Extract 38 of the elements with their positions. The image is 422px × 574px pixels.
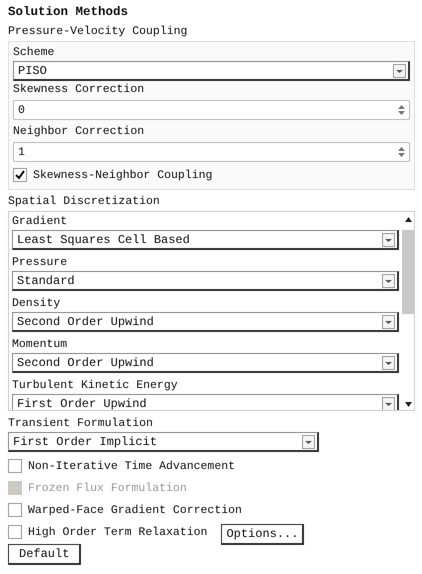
number-field[interactable]: 1 [13, 142, 410, 162]
dropdown[interactable]: First Order Upwind [12, 394, 399, 410]
spinner-arrows-icon[interactable] [397, 103, 406, 117]
scroll-up-icon[interactable] [404, 217, 412, 222]
field-label: Skewness Correction [13, 82, 146, 98]
number-field[interactable]: 0 [13, 100, 410, 120]
dropdown[interactable]: First Order Implicit [8, 432, 319, 452]
field-label: Transient Formulation [8, 416, 154, 432]
section-heading: Pressure-Velocity Coupling [8, 24, 188, 40]
panel-title: Solution Methods [8, 4, 130, 21]
dropdown[interactable]: Second Order Upwind [12, 312, 399, 332]
field-label: Scheme [13, 45, 56, 61]
dropdown[interactable]: PISO [13, 61, 410, 81]
dropdown[interactable]: Standard [12, 271, 399, 291]
field-label: Density [12, 296, 62, 312]
checkbox[interactable] [8, 525, 22, 539]
field-label: Gradient [12, 214, 68, 230]
scroll-down-icon[interactable] [404, 402, 412, 407]
checkbox-label: Skewness-Neighbor Coupling [33, 168, 212, 182]
checkbox-label: High Order Term Relaxation [28, 526, 208, 538]
dropdown[interactable]: Least Squares Cell Based [12, 230, 399, 250]
checkbox-label: Warped-Face Gradient Correction [28, 504, 242, 516]
field-label: Turbulent Kinetic Energy [12, 378, 179, 394]
scrollbar-thumb[interactable] [402, 230, 414, 314]
field-label: Pressure [12, 255, 68, 271]
checkbox-label: Non-Iterative Time Advancement [28, 460, 236, 472]
checkbox[interactable] [8, 503, 22, 517]
field-label: Neighbor Correction [13, 124, 146, 140]
section-heading: Spatial Discretization [8, 194, 161, 210]
dropdown-arrow-icon[interactable] [382, 396, 395, 410]
field-label: Momentum [12, 337, 68, 353]
dropdown[interactable]: Second Order Upwind [12, 353, 399, 373]
spinner-arrows-icon[interactable] [397, 145, 406, 159]
checkbox-label: Frozen Flux Formulation [28, 482, 187, 494]
checkbox[interactable] [8, 459, 22, 473]
options-button[interactable]: Options... [221, 524, 304, 544]
checkbox[interactable] [13, 168, 27, 182]
default-button[interactable]: Default [8, 544, 82, 565]
